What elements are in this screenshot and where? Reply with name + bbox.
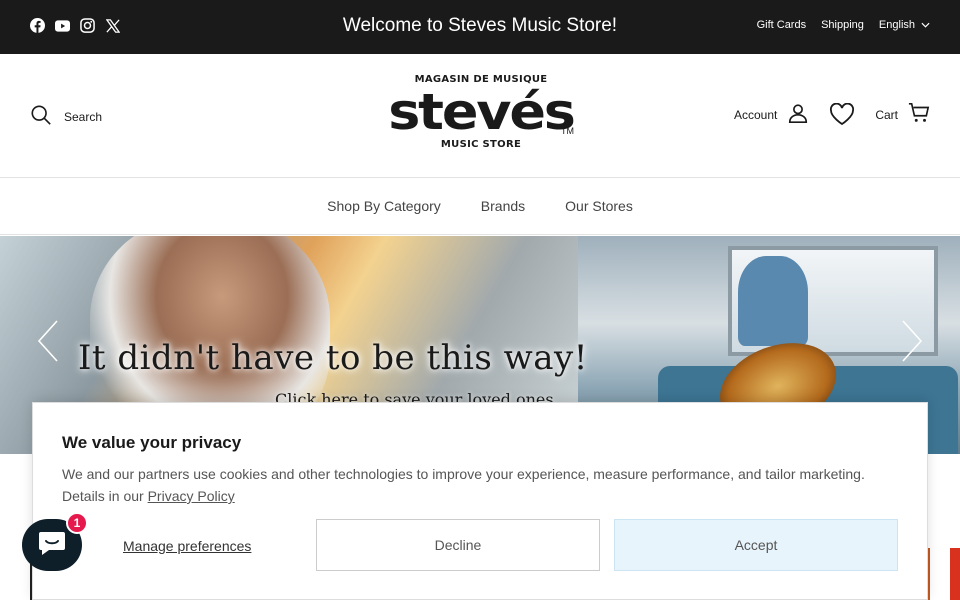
cart-label: Cart [875,107,898,122]
main-navigation: Shop By Category Brands Our Stores [0,178,960,235]
accept-button[interactable]: Accept [614,519,898,571]
language-selector[interactable]: English [879,19,930,31]
search-button[interactable]: Search [30,104,102,129]
language-label: English [878,19,915,31]
nav-item-shop-by-category[interactable]: Shop By Category [327,198,441,214]
gift-cards-link[interactable]: Gift Cards [757,19,807,31]
search-icon [30,104,52,129]
hero-headline: It didn't have to be this way! [78,338,588,378]
announcement-bar: Welcome to Steves Music Store! Gift Card… [0,0,960,54]
decline-button[interactable]: Decline [316,519,600,571]
content-card-edge [950,548,960,600]
chevron-left-icon [37,319,59,368]
header-actions: Account Cart [734,102,930,127]
privacy-policy-link[interactable]: Privacy Policy [148,488,235,504]
shipping-link[interactable]: Shipping [821,19,864,31]
slide-prev-button[interactable] [33,318,63,368]
logo-trademark: TM [561,126,574,136]
site-header: Search MAGASIN DE MUSIQUE stevés MUSIC S… [0,54,960,178]
slide-next-button[interactable] [897,318,927,368]
logo-name: stevés [388,83,576,141]
chevron-down-icon [921,19,930,31]
nav-item-our-stores[interactable]: Our Stores [565,198,633,214]
account-label: Account [733,107,778,122]
content-card-edge [928,548,930,600]
chevron-right-icon [901,319,923,368]
cookie-title: We value your privacy [62,433,242,452]
utility-links: Gift Cards Shipping English [757,19,930,31]
manage-preferences-link[interactable]: Manage preferences [123,538,251,554]
cookie-consent-banner: We value your privacy We and our partner… [32,402,928,600]
heart-icon[interactable] [829,102,855,127]
user-icon [787,102,809,127]
cart-link[interactable]: Cart [875,102,930,127]
cart-icon [908,102,930,127]
cookie-body: We and our partners use cookies and othe… [62,463,902,507]
chat-notification-badge: 1 [66,512,88,534]
chat-icon [37,530,67,561]
search-label: Search [64,109,103,124]
site-logo[interactable]: MAGASIN DE MUSIQUE stevés MUSIC STORE TM [386,74,576,158]
nav-item-brands[interactable]: Brands [481,198,525,214]
account-link[interactable]: Account [734,102,809,127]
